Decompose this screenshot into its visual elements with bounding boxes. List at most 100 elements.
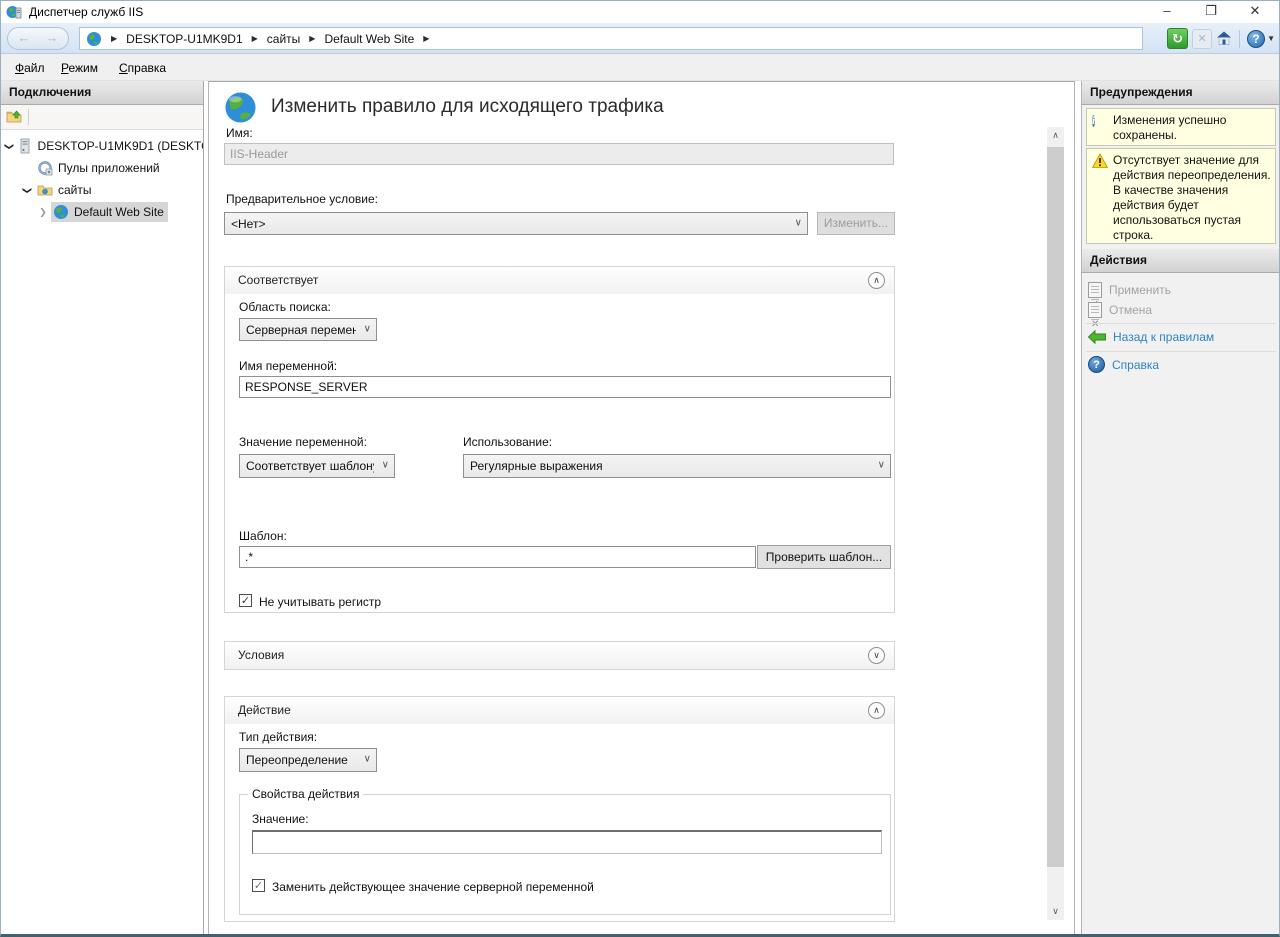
- scope-select[interactable]: Серверная переменн ∨: [239, 318, 377, 341]
- expand-icon[interactable]: ∨: [868, 647, 885, 664]
- title-bar: Диспетчер служб IIS – ❐ ✕: [1, 1, 1279, 23]
- pattern-input[interactable]: [239, 546, 756, 568]
- tree-item-server[interactable]: ❯ DESKTOP-U1MK9D1 (DESKTO: [1, 135, 203, 157]
- help-dropdown[interactable]: ? ▼: [1247, 30, 1275, 48]
- tree-item-default-web-site[interactable]: ❯ Default Web Site: [1, 201, 203, 223]
- conditions-section-header[interactable]: Условия ∨: [225, 642, 894, 669]
- breadcrumb-default-web-site[interactable]: Default Web Site: [324, 32, 414, 46]
- variable-name-input[interactable]: [239, 376, 891, 398]
- using-select[interactable]: Регулярные выражения ∨: [463, 454, 891, 478]
- help-link[interactable]: ? Справка: [1088, 355, 1159, 374]
- back-icon[interactable]: ←: [10, 30, 38, 45]
- value-label: Значение:: [252, 812, 309, 826]
- precondition-value: <Нет>: [231, 217, 265, 231]
- page-title: Изменить правило для исходящего трафика: [271, 96, 664, 118]
- separator: [1086, 323, 1276, 324]
- save-connection-folder-icon[interactable]: [6, 109, 22, 125]
- chevron-down-icon: ∨: [795, 217, 802, 228]
- connections-tree: ❯ DESKTOP-U1MK9D1 (DESKTO Пулы приложени…: [1, 130, 203, 223]
- apply-action[interactable]: ✓ Применить: [1088, 280, 1171, 299]
- conditions-section-title: Условия: [238, 648, 284, 662]
- ignore-case-label: Не учитывать регистр: [259, 595, 381, 609]
- toolbar-separator: [1239, 30, 1240, 48]
- breadcrumb-arrow-icon: ▶: [309, 34, 315, 43]
- action-value-input[interactable]: [252, 830, 882, 854]
- back-to-rules-link[interactable]: Назад к правилам: [1088, 327, 1214, 346]
- chevron-down-icon: ∨: [364, 323, 371, 334]
- forward-icon[interactable]: →: [38, 30, 66, 45]
- variable-value-value: Соответствует шаблону: [246, 459, 374, 473]
- help-icon[interactable]: ?: [1247, 30, 1265, 48]
- breadcrumb-arrow-icon: ▶: [252, 34, 258, 43]
- info-alert-text: Изменения успешно сохранены.: [1113, 113, 1226, 142]
- tree-item-app-pools[interactable]: Пулы приложений: [1, 157, 203, 179]
- warning-alert-text: Отсутствует значение для действия переоп…: [1113, 153, 1271, 242]
- menu-view[interactable]: Режим: [55, 59, 104, 77]
- match-section-header[interactable]: Соответствует ∧: [225, 267, 894, 294]
- replace-value-checkbox[interactable]: ✓: [252, 879, 265, 892]
- action-section-header[interactable]: Действие ∧: [225, 697, 894, 724]
- scroll-down-icon[interactable]: ∨: [1047, 903, 1064, 920]
- match-section-title: Соответствует: [238, 273, 318, 287]
- breadcrumb-sites[interactable]: сайты: [267, 32, 301, 46]
- menu-help[interactable]: Справка: [113, 59, 172, 77]
- globe-icon: [53, 204, 69, 220]
- precondition-select[interactable]: <Нет> ∨: [224, 212, 808, 235]
- minimize-button[interactable]: –: [1145, 1, 1189, 23]
- menu-bar: Файл Режим Справка: [1, 54, 1279, 81]
- cancel-label: Отмена: [1109, 303, 1152, 317]
- stop-icon[interactable]: ✕: [1192, 29, 1212, 49]
- rule-name-input[interactable]: [224, 143, 894, 165]
- pattern-label: Шаблон:: [239, 529, 287, 543]
- chevron-down-icon: ∨: [364, 754, 371, 765]
- collapse-icon[interactable]: ∧: [868, 272, 885, 289]
- edit-outbound-rule-page: Изменить правило для исходящего трафика …: [208, 81, 1075, 937]
- actions-header: Действия: [1082, 249, 1280, 273]
- cancel-action[interactable]: ✕ Отмена: [1088, 300, 1152, 319]
- action-properties-legend: Свойства действия: [248, 787, 363, 801]
- variable-value-label: Значение переменной:: [239, 435, 367, 449]
- server-icon: [17, 138, 33, 154]
- tree-item-label: DESKTOP-U1MK9D1 (DESKTO: [38, 139, 204, 153]
- restore-button[interactable]: ❐: [1189, 1, 1233, 23]
- scrollbar-thumb[interactable]: [1047, 147, 1064, 867]
- chevron-expanded-icon[interactable]: ❯: [22, 184, 33, 196]
- close-button[interactable]: ✕: [1233, 1, 1277, 23]
- scroll-up-icon[interactable]: ∧: [1047, 127, 1064, 144]
- tree-item-sites[interactable]: ❯ сайты: [1, 179, 203, 201]
- ignore-case-checkbox[interactable]: ✓: [239, 594, 252, 607]
- refresh-icon[interactable]: ↻: [1167, 28, 1188, 49]
- scope-label: Область поиска:: [239, 300, 331, 314]
- chevron-down-icon: ∨: [382, 460, 389, 471]
- using-label: Использование:: [463, 435, 552, 449]
- precondition-label: Предварительное условие:: [226, 192, 378, 206]
- toolbar-separator: [28, 109, 29, 125]
- selected-tree-item[interactable]: Default Web Site: [51, 202, 168, 222]
- chevron-collapsed-icon[interactable]: ❯: [37, 207, 49, 218]
- variable-value-select[interactable]: Соответствует шаблону ∨: [239, 454, 395, 478]
- connections-toolbar: [1, 105, 203, 130]
- right-sidebar: Предупреждения i Изменения успешно сохра…: [1081, 81, 1280, 937]
- chevron-expanded-icon[interactable]: ❯: [3, 142, 14, 150]
- address-bar: ← → ▶ DESKTOP-U1MK9D1 ▶ сайты ▶ Default …: [1, 23, 1279, 54]
- action-type-value: Переопределение: [246, 753, 348, 767]
- breadcrumb[interactable]: ▶ DESKTOP-U1MK9D1 ▶ сайты ▶ Default Web …: [79, 27, 1143, 50]
- breadcrumb-arrow-icon: ▶: [111, 34, 117, 43]
- edit-precondition-button[interactable]: Изменить...: [817, 212, 895, 235]
- vertical-scrollbar[interactable]: ∧ ∨: [1047, 127, 1064, 920]
- globe-icon: [224, 91, 257, 124]
- globe-icon: [86, 31, 102, 47]
- menu-file[interactable]: Файл: [9, 59, 51, 77]
- back-arrow-icon: [1088, 330, 1106, 344]
- address-bar-buttons: ↻ ✕ ? ▼: [1167, 27, 1275, 50]
- window-title: Диспетчер служб IIS: [29, 5, 143, 19]
- connections-panel: Подключения ❯ DESKTOP-U1MK9D1 (DESKTO: [1, 81, 204, 937]
- breadcrumb-server[interactable]: DESKTOP-U1MK9D1: [126, 32, 242, 46]
- collapse-icon[interactable]: ∧: [868, 702, 885, 719]
- application-pools-icon: [37, 160, 53, 176]
- home-icon[interactable]: [1216, 29, 1232, 48]
- action-type-select[interactable]: Переопределение ∨: [239, 748, 377, 772]
- help-icon: ?: [1088, 356, 1105, 373]
- info-icon: i: [1092, 115, 1095, 127]
- test-pattern-button[interactable]: Проверить шаблон...: [757, 545, 891, 569]
